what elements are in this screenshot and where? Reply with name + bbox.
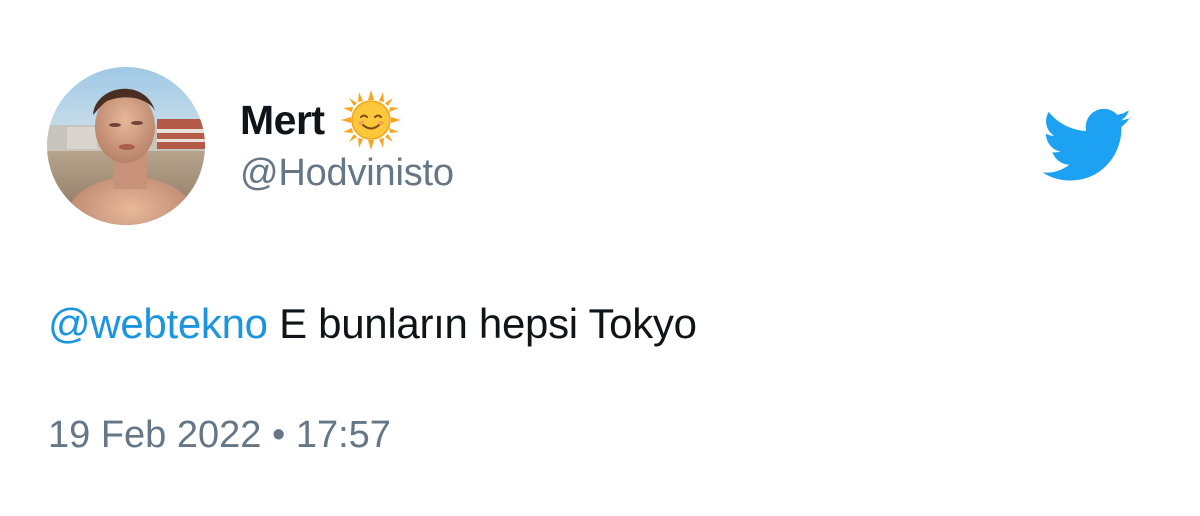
- user-handle[interactable]: @Hodvinisto: [240, 152, 454, 195]
- tweet-time: 17:57: [295, 414, 391, 456]
- avatar[interactable]: [47, 67, 205, 225]
- twitter-bird-icon[interactable]: [1043, 108, 1133, 184]
- timestamp[interactable]: 19 Feb 2022 • 17:57: [48, 414, 391, 457]
- timestamp-separator: •: [261, 414, 296, 456]
- display-name[interactable]: Mert: [240, 97, 325, 144]
- tweet-body: E bunların hepsi Tokyo: [267, 300, 697, 347]
- tweet-text: @webtekno E bunların hepsi Tokyo: [48, 300, 697, 348]
- tweet-card: Mert @Hodvinisto @webtekno E bunların he…: [0, 0, 1200, 516]
- mention-link[interactable]: @webtekno: [48, 300, 268, 347]
- tweet-date: 19 Feb 2022: [48, 414, 262, 456]
- display-name-row[interactable]: Mert: [240, 90, 401, 150]
- sun-with-face-icon: [340, 90, 401, 150]
- avatar-photo: [47, 67, 205, 225]
